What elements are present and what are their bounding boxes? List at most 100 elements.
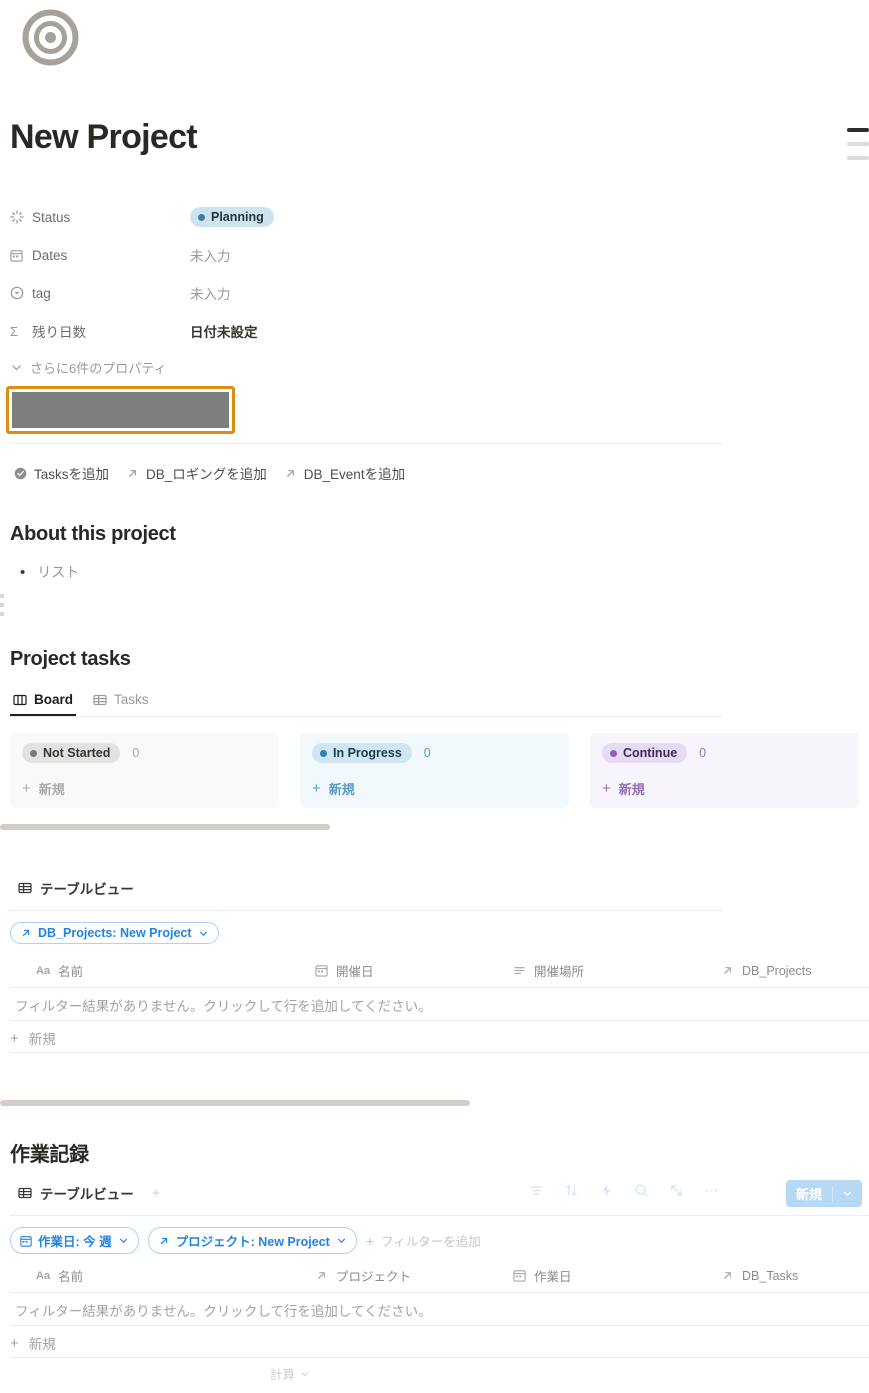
add-view-button[interactable]: + bbox=[152, 1185, 161, 1202]
work-log-view-header[interactable]: テーブルビュー + bbox=[18, 1183, 160, 1203]
scroll-track-seg bbox=[847, 156, 869, 160]
scroll-thumb[interactable] bbox=[847, 128, 869, 132]
chevron-down-icon bbox=[336, 1235, 347, 1246]
plus-icon: + bbox=[22, 780, 31, 797]
kanban-board: Not Started 0 + 新規 In Progress 0 + 新規 Co… bbox=[10, 733, 869, 808]
tab-board-label: Board bbox=[34, 692, 74, 707]
property-row-status[interactable]: Status Planning bbox=[10, 198, 722, 236]
property-value[interactable]: 未入力 bbox=[190, 245, 231, 265]
arrow-up-right-icon bbox=[721, 964, 734, 977]
table-view-1-horizontal-scrollbar[interactable] bbox=[0, 1100, 470, 1106]
vertical-scroll-indicator[interactable] bbox=[847, 128, 869, 170]
work-log-new-row[interactable]: + 新規 bbox=[10, 1333, 56, 1353]
add-db-event-button[interactable]: DB_Eventを追加 bbox=[284, 463, 405, 483]
table-view-1-header[interactable]: テーブルビュー bbox=[18, 878, 134, 898]
column-header-venue[interactable]: 開催場所 bbox=[513, 961, 721, 980]
chevron-down-icon[interactable] bbox=[833, 1188, 862, 1199]
highlighted-redacted-block[interactable] bbox=[6, 386, 235, 434]
page-title[interactable]: New Project bbox=[10, 118, 198, 157]
show-more-label: さらに6件のプロパティ bbox=[30, 360, 167, 376]
column-status-chip[interactable]: Continue bbox=[602, 743, 688, 763]
work-log-calculate-footer[interactable]: 計算 bbox=[0, 1364, 580, 1383]
board-horizontal-scrollbar[interactable] bbox=[0, 824, 330, 830]
status-badge[interactable]: Planning bbox=[190, 207, 274, 227]
spinner-icon bbox=[10, 210, 32, 224]
block-drag-handle[interactable] bbox=[0, 594, 4, 621]
filter-chip-label: DB_Projects: New Project bbox=[38, 926, 192, 940]
filter-chip-label: プロジェクト: New Project bbox=[175, 1235, 330, 1249]
work-log-new-button[interactable]: 新規 bbox=[785, 1180, 862, 1207]
automation-icon[interactable] bbox=[599, 1183, 614, 1198]
property-value[interactable]: 未入力 bbox=[190, 283, 231, 303]
more-icon[interactable] bbox=[704, 1183, 719, 1198]
column-header-work-date[interactable]: 作業日 bbox=[513, 1266, 721, 1285]
table-view-1-new-row[interactable]: + 新規 bbox=[10, 1028, 56, 1048]
status-dot bbox=[610, 749, 617, 757]
tab-tasks[interactable]: Tasks bbox=[90, 689, 152, 716]
expand-icon[interactable] bbox=[669, 1183, 684, 1198]
work-log-toolbar bbox=[529, 1183, 719, 1198]
column-header-name[interactable]: Aa 名前 bbox=[10, 961, 315, 980]
table-view-1-label: テーブルビュー bbox=[40, 882, 134, 897]
column-header-label: DB_Tasks bbox=[742, 1268, 799, 1283]
property-row-tag[interactable]: tag 未入力 bbox=[10, 274, 722, 312]
column-header-label: 名前 bbox=[58, 1270, 84, 1284]
divider bbox=[10, 1357, 869, 1358]
filter-chip-db-projects[interactable]: DB_Projects: New Project bbox=[10, 922, 219, 944]
properties-panel: Status Planning Dates 未入力 tag 未入力 Σ 残り日数… bbox=[10, 198, 722, 382]
work-log-empty-message[interactable]: フィルター結果がありません。クリックして行を追加してください。 bbox=[15, 1300, 432, 1320]
column-header-label: 開催場所 bbox=[534, 965, 585, 979]
check-circle-icon bbox=[14, 467, 27, 480]
tab-tasks-label: Tasks bbox=[114, 692, 149, 707]
status-dot bbox=[320, 749, 327, 757]
column-label: Not Started bbox=[43, 746, 111, 760]
column-new-button[interactable]: + 新規 bbox=[312, 779, 557, 798]
column-new-button[interactable]: + 新規 bbox=[602, 779, 847, 798]
calendar-icon bbox=[10, 249, 32, 262]
column-status-chip[interactable]: Not Started bbox=[22, 743, 121, 763]
column-header-db-tasks[interactable]: DB_Tasks bbox=[721, 1266, 798, 1285]
board-icon bbox=[13, 693, 27, 707]
add-relation-buttons: Tasksを追加 DB_ロギングを追加 DB_Eventを追加 bbox=[14, 463, 405, 483]
target-icon[interactable] bbox=[22, 9, 79, 66]
add-db-logging-button[interactable]: DB_ロギングを追加 bbox=[126, 463, 267, 483]
show-more-properties-button[interactable]: さらに6件のプロパティ bbox=[10, 352, 722, 382]
column-status-chip[interactable]: In Progress bbox=[312, 743, 412, 763]
board-column-in-progress[interactable]: In Progress 0 + 新規 bbox=[300, 733, 569, 808]
column-header-label: 名前 bbox=[58, 965, 84, 979]
column-header-db-projects[interactable]: DB_Projects bbox=[721, 961, 811, 980]
column-new-button[interactable]: + 新規 bbox=[22, 779, 267, 798]
column-header-label: プロジェクト bbox=[336, 1270, 412, 1284]
column-header-label: DB_Projects bbox=[742, 963, 812, 978]
add-tasks-button[interactable]: Tasksを追加 bbox=[14, 463, 109, 483]
title-icon: Aa bbox=[36, 964, 51, 977]
column-header-project[interactable]: プロジェクト bbox=[315, 1266, 513, 1285]
column-header-name[interactable]: Aa 名前 bbox=[10, 1266, 315, 1285]
filter-chip-project[interactable]: プロジェクト: New Project bbox=[147, 1227, 357, 1254]
property-label: Dates bbox=[32, 247, 68, 263]
filter-chip-work-date[interactable]: 作業日: 今 週 bbox=[10, 1227, 139, 1254]
table-view-1-empty-message[interactable]: フィルター結果がありません。クリックして行を追加してください。 bbox=[15, 995, 432, 1015]
add-tasks-label: Tasksを追加 bbox=[34, 467, 110, 482]
text-icon bbox=[513, 964, 526, 977]
plus-icon: + bbox=[365, 1232, 374, 1249]
add-filter-button[interactable]: + フィルターを追加 bbox=[366, 1231, 481, 1250]
filter-icon[interactable] bbox=[529, 1183, 544, 1198]
column-header-date[interactable]: 開催日 bbox=[315, 961, 513, 980]
board-column-continue[interactable]: Continue 0 + 新規 bbox=[590, 733, 859, 808]
tab-board[interactable]: Board bbox=[10, 689, 76, 716]
list-item[interactable]: • リスト bbox=[20, 562, 79, 582]
work-log-heading: 作業記録 bbox=[10, 1144, 89, 1166]
board-column-not-started[interactable]: Not Started 0 + 新規 bbox=[10, 733, 279, 808]
column-header-label: 開催日 bbox=[336, 965, 374, 979]
notion-project-page: New Project Status Planning Dates 未入力 ta… bbox=[0, 0, 869, 1393]
new-row-label: 新規 bbox=[28, 1032, 56, 1047]
plus-icon: + bbox=[602, 780, 611, 797]
property-row-remaining-days[interactable]: Σ 残り日数 日付未設定 bbox=[10, 312, 722, 350]
search-icon[interactable] bbox=[634, 1183, 649, 1198]
sort-icon[interactable] bbox=[564, 1183, 579, 1198]
column-label: In Progress bbox=[333, 746, 402, 760]
property-value[interactable]: 日付未設定 bbox=[190, 321, 258, 341]
property-row-dates[interactable]: Dates 未入力 bbox=[10, 236, 722, 274]
chevron-down-icon bbox=[198, 928, 209, 939]
